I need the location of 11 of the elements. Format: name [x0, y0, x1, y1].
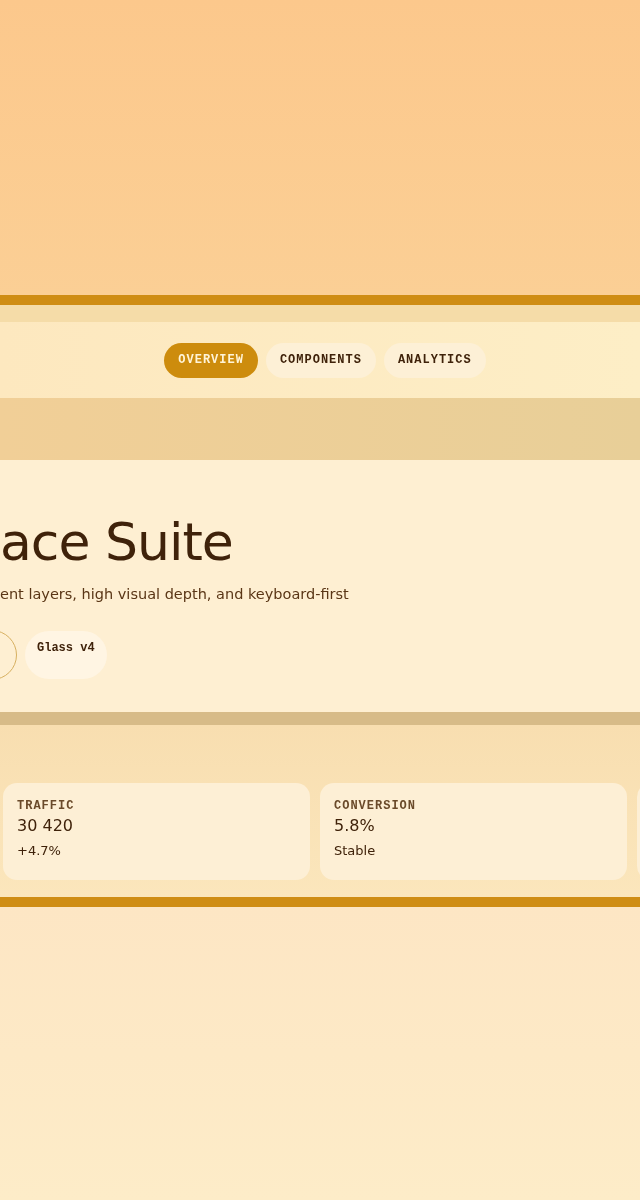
hero-subtitle: ent layers, high visual depth, and keyboard-first — [0, 586, 350, 602]
nav-tab[interactable]: ANALYTICS — [383, 342, 486, 378]
version-tag: Glass v4 — [25, 631, 107, 679]
stat-label: TRAFFIC — [17, 799, 76, 813]
hero-title: ace Suite — [0, 511, 234, 574]
stat-value: 30 420 — [17, 816, 74, 835]
stat-note: +4.7% — [17, 843, 62, 858]
stat-label: CONVERSION — [334, 799, 417, 813]
nav-tab[interactable]: COMPONENTS — [265, 342, 376, 378]
stat-value: 5.8% — [334, 816, 376, 835]
stat-note: Stable — [334, 843, 377, 858]
